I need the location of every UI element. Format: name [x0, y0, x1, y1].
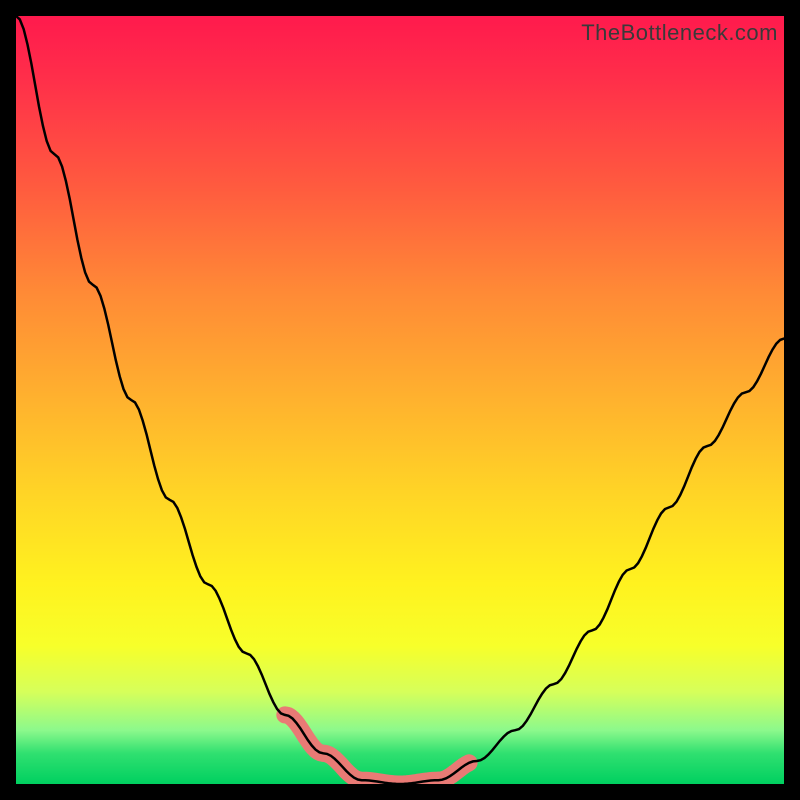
chart-frame: [16, 16, 784, 784]
watermark-text: TheBottleneck.com: [581, 20, 778, 46]
bottleneck-curve: [16, 16, 784, 784]
highlight-group: [285, 715, 469, 784]
highlight-seg-bottom: [323, 753, 438, 784]
bottleneck-curve-plot: [16, 16, 784, 784]
